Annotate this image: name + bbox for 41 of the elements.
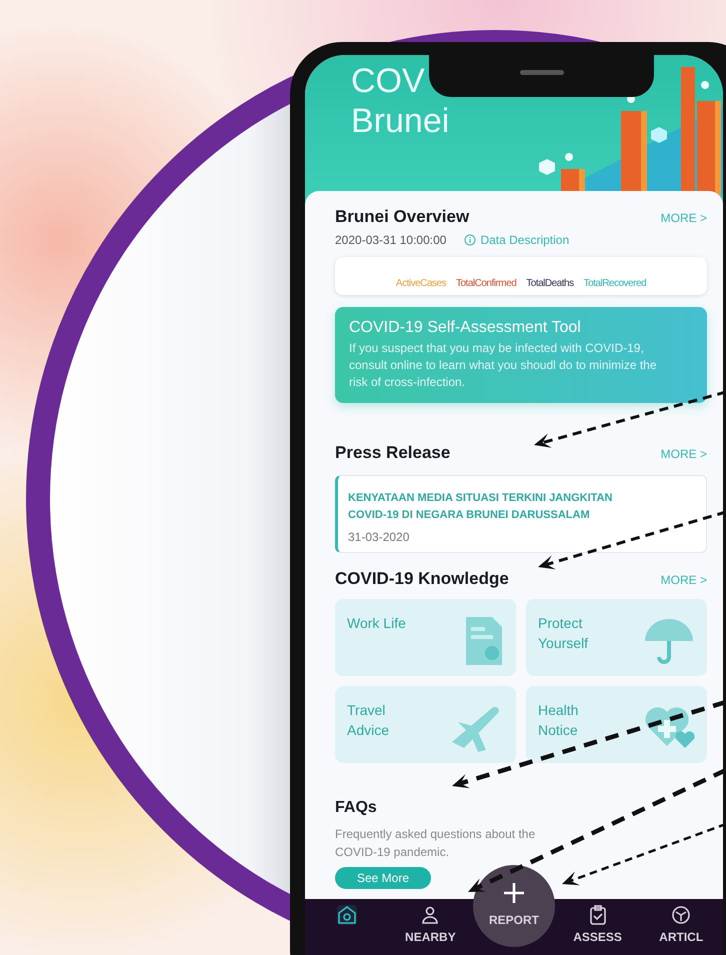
nav-tab[interactable]: ARTICL — [657, 899, 706, 955]
knowledge-card[interactable]: Travel Advice — [335, 686, 516, 763]
card-label: Work Life — [347, 614, 407, 633]
more-link[interactable]: MORE > — [660, 447, 707, 461]
timestamp: 2020-03-31 10:00:00 — [335, 233, 446, 247]
section-title: Press Release — [335, 443, 450, 463]
news-card[interactable]: KENYATAAN MEDIA SITUASI TERKINI JANGKITAN COVID-19 DI NEGARA BRUNEI DARUSSALAM 31-03-2020 — [335, 475, 707, 553]
knowledge-card[interactable]: Health Notice — [526, 686, 707, 763]
app-title: COV — [351, 61, 425, 101]
news-date: 31-03-2020 — [348, 530, 410, 544]
self-assessment-banner[interactable]: COVID-19 Self-Assessment Tool If you suspect that you may be infected with COVID-19, consult online to learn what you shoudl do to minimize the risk of cross-infection. — [335, 307, 707, 403]
legend-label: TotalDeaths — [526, 278, 574, 289]
document-icon — [464, 615, 504, 667]
section-title: COVID-19 Knowledge — [335, 569, 509, 589]
banner-title: COVID-19 Self-Assessment Tool — [349, 319, 582, 337]
app-title: Brunei — [351, 101, 450, 141]
legend-label: TotalRecovered — [584, 278, 646, 289]
card-label: Health Notice — [538, 701, 580, 740]
more-link[interactable]: MORE > — [660, 211, 707, 225]
legend-label: TotalConfirmed — [456, 278, 516, 289]
clipboard-check-icon — [588, 905, 607, 925]
plus-icon — [502, 881, 526, 905]
see-more-button[interactable]: See More — [335, 867, 432, 889]
section-title: Brunei Overview — [335, 207, 470, 227]
more-link[interactable]: MORE > — [660, 573, 707, 587]
legend-label: ActiveCases — [396, 278, 446, 289]
people-icon — [420, 905, 440, 925]
card-label: Protect Yourself — [538, 614, 590, 653]
nav-tab[interactable]: NEARBY — [403, 899, 458, 955]
faq-description: Frequently asked questions about the COVID-19 pandemic. — [335, 826, 536, 861]
section-title: FAQs — [335, 799, 378, 817]
info-icon — [464, 234, 476, 246]
cube-icon — [671, 905, 692, 925]
card-label: Travel Advice — [347, 701, 390, 740]
knowledge-card[interactable]: Protect Yourself — [526, 599, 707, 676]
nav-tab[interactable]: ASSESS — [571, 899, 624, 955]
banner-text: If you suspect that you may be infected with COVID-19, consult online to learn what you shoudl do to minimize the risk of cross-infection. — [349, 340, 658, 391]
home-icon — [336, 905, 357, 925]
data-description-link[interactable]: Data Description — [464, 233, 570, 247]
news-headline: KENYATAAN MEDIA SITUASI TERKINI JANGKITAN COVID-19 DI NEGARA BRUNEI DARUSSALAM — [348, 491, 614, 523]
knowledge-card[interactable]: Work Life — [335, 599, 516, 676]
